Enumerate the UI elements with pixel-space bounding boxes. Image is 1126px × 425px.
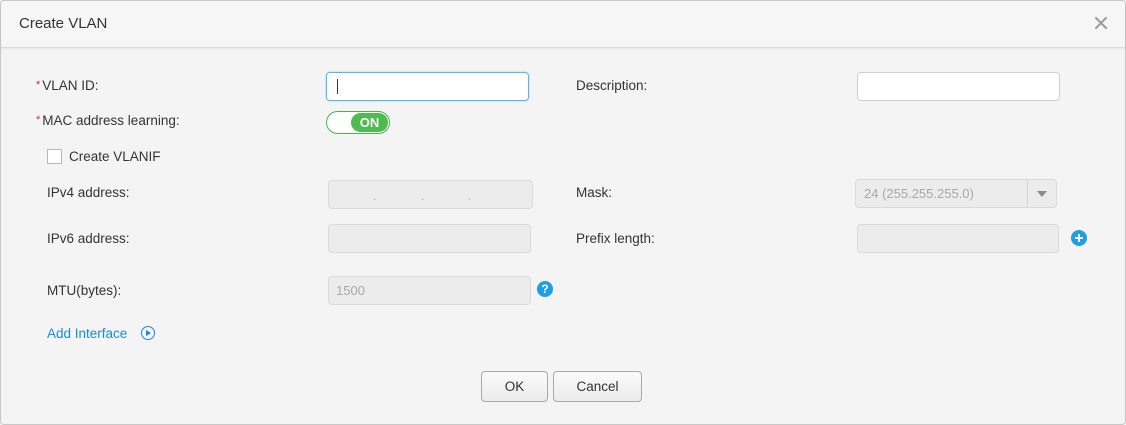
required-mark: * xyxy=(36,79,41,91)
vlan-id-label: * VLAN ID: xyxy=(36,78,99,93)
help-icon[interactable]: ? xyxy=(537,281,553,297)
description-label: Description: xyxy=(576,78,648,93)
required-mark: * xyxy=(36,114,41,126)
ip-separator: . xyxy=(373,189,377,203)
mac-learning-toggle[interactable]: ON xyxy=(326,111,390,134)
mask-select[interactable]: 24 (255.255.255.0) xyxy=(855,179,1057,208)
toggle-on-knob: ON xyxy=(351,113,388,132)
create-vlanif-checkbox[interactable] xyxy=(47,149,62,164)
mac-learning-label-text: MAC address learning: xyxy=(42,113,180,128)
mask-label: Mask: xyxy=(576,185,613,200)
ipv6-label: IPv6 address: xyxy=(47,231,130,246)
mtu-value: 1500 xyxy=(336,283,365,298)
ip-separator: . xyxy=(421,189,425,203)
mtu-input[interactable]: 1500 xyxy=(328,276,531,305)
mtu-label: MTU(bytes): xyxy=(47,283,122,298)
add-interface-link[interactable]: Add Interface xyxy=(47,326,127,341)
mac-learning-label: * MAC address learning: xyxy=(36,113,180,128)
vlan-id-input[interactable] xyxy=(326,72,529,101)
ip-separator: . xyxy=(468,189,472,203)
ipv6-address-input[interactable] xyxy=(328,224,531,253)
prefix-length-input[interactable] xyxy=(857,224,1059,253)
prefix-length-label: Prefix length: xyxy=(576,231,655,246)
description-input[interactable] xyxy=(857,72,1060,101)
vlan-id-label-text: VLAN ID: xyxy=(42,78,99,93)
close-icon[interactable] xyxy=(1091,13,1111,33)
cancel-button[interactable]: Cancel xyxy=(553,371,642,402)
ipv4-label: IPv4 address: xyxy=(47,185,130,200)
text-cursor xyxy=(337,79,338,94)
ok-button[interactable]: OK xyxy=(481,371,548,402)
create-vlan-dialog: Create VLAN * VLAN ID: Description: * MAC … xyxy=(0,0,1126,425)
play-circle-icon[interactable] xyxy=(141,326,155,340)
dialog-header: Create VLAN xyxy=(1,1,1125,48)
create-vlanif-label: Create VLANIF xyxy=(69,149,161,164)
dialog-title: Create VLAN xyxy=(19,15,108,32)
ipv4-address-input[interactable]: . . . xyxy=(328,180,533,209)
plus-circle-icon[interactable] xyxy=(1071,230,1087,246)
chevron-down-icon[interactable] xyxy=(1027,180,1056,207)
mask-value: 24 (255.255.255.0) xyxy=(864,186,974,201)
